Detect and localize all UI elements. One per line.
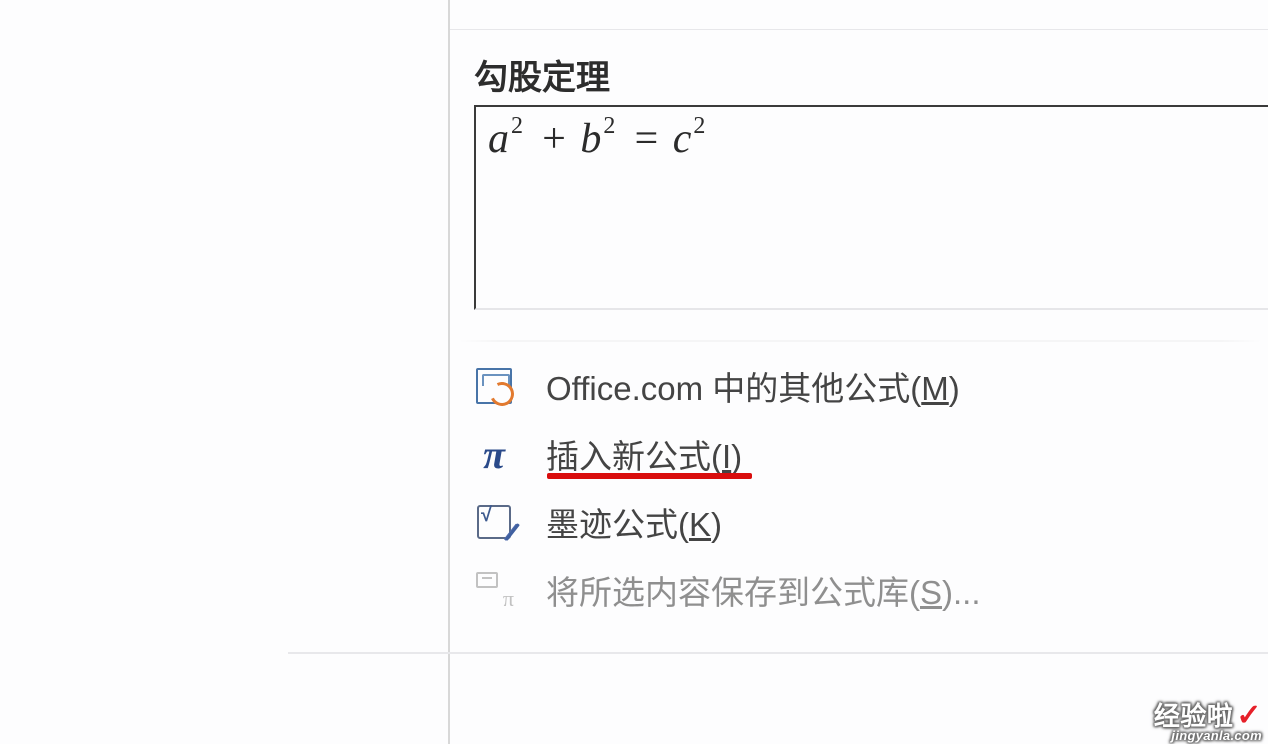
panel-top-divider	[450, 0, 1268, 30]
menu-separator	[458, 340, 1262, 342]
menu-item-ink-equation[interactable]: 墨迹公式(K)	[450, 488, 1268, 556]
gallery-section-title: 勾股定理	[474, 50, 610, 99]
equation-menu: Office.com 中的其他公式(M) π 插入新公式(I) 墨迹公式(K)	[450, 340, 1268, 624]
equation-gallery-item-pythagorean[interactable]: a2 + b2 = c2	[474, 105, 1268, 310]
label-text: 插入新公式(	[546, 438, 722, 475]
hotkey: S	[920, 574, 942, 611]
hotkey: M	[921, 370, 949, 407]
annotation-underline	[547, 473, 752, 479]
ink-equation-icon	[474, 502, 514, 542]
hotkey: K	[689, 506, 711, 543]
menu-label: 插入新公式(I)	[546, 430, 742, 478]
globe-office-icon	[474, 366, 514, 406]
menu-label: 墨迹公式(K)	[546, 498, 722, 546]
menu-item-office-more-equations[interactable]: Office.com 中的其他公式(M)	[450, 352, 1268, 420]
label-text: )	[949, 370, 960, 407]
label-text: 墨迹公式(	[546, 506, 689, 543]
save-to-gallery-icon: π	[474, 570, 514, 610]
label-text: )	[731, 438, 742, 475]
equation-preview-text: a2 + b2 = c2	[488, 115, 710, 163]
menu-label: 将所选内容保存到公式库(S)...	[546, 566, 981, 614]
menu-item-save-to-gallery: π 将所选内容保存到公式库(S)...	[450, 556, 1268, 624]
menu-label: Office.com 中的其他公式(M)	[546, 362, 960, 410]
menu-item-insert-new-equation[interactable]: π 插入新公式(I)	[450, 420, 1268, 488]
label-text: Office.com 中的其他公式(	[546, 370, 921, 407]
panel-bottom-divider	[288, 652, 1268, 654]
label-text: 将所选内容保存到公式库(	[546, 574, 920, 611]
pi-icon: π	[474, 434, 514, 474]
label-text: )	[711, 506, 722, 543]
equation-dropdown-panel: 勾股定理 a2 + b2 = c2 Office.com 中的其他公式(M) π…	[448, 0, 1268, 744]
label-text: )...	[942, 574, 981, 611]
hotkey: I	[722, 438, 731, 475]
